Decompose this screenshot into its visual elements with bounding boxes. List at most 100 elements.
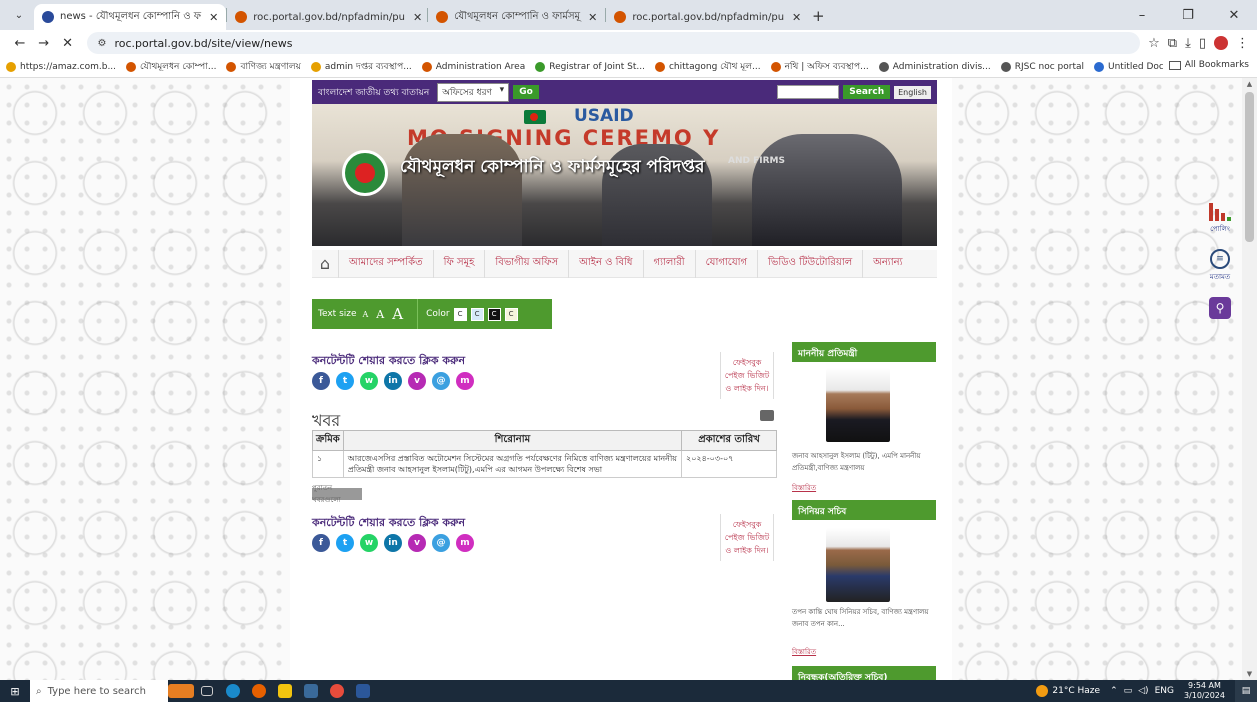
nav-item[interactable]: ফি সমূহ — [432, 249, 485, 278]
back-icon[interactable]: ← — [8, 36, 32, 51]
tab-search-icon[interactable]: ⌄ — [8, 4, 30, 26]
nav-item[interactable]: আমাদের সম্পর্কিত — [338, 249, 433, 278]
language-button[interactable]: English — [894, 85, 931, 99]
word-icon[interactable] — [350, 680, 376, 702]
go-button[interactable]: Go — [513, 85, 539, 99]
bookmark-item[interactable]: যৌথমূলধন কোম্পা... — [126, 59, 216, 74]
weather-widget[interactable]: 21°C Haze — [1036, 685, 1100, 697]
print-icon[interactable] — [760, 410, 774, 421]
text-size-small-button[interactable]: A — [363, 310, 369, 319]
link-icon[interactable]: @ — [432, 372, 450, 390]
bookmark-item[interactable]: RJSC noc portal — [1000, 59, 1084, 74]
bookmark-item[interactable]: বাণিজ্য মন্ত্রণালয় — [226, 59, 301, 74]
network-icon[interactable]: ▭ — [1124, 686, 1133, 696]
firefox-icon[interactable] — [246, 680, 272, 702]
feedback-widget[interactable]: ≡ মতামত — [1200, 249, 1240, 283]
facebook-icon[interactable]: f — [312, 372, 330, 390]
news-title-link[interactable]: আরজেএসসির প্রস্তাবিত অটোমেশন সিস্টেমের অ… — [342, 450, 683, 478]
new-tab-button[interactable]: + — [806, 4, 830, 28]
linkedin-icon[interactable]: in — [384, 534, 402, 552]
office-type-select[interactable]: অফিসের ধরণ ▾ — [437, 82, 510, 102]
bookmark-item[interactable]: নথি | অফিস ব্যবস্থাপ... — [770, 59, 869, 74]
search-input[interactable] — [777, 85, 840, 99]
site-info-icon[interactable]: ⚙ — [97, 38, 106, 49]
bookmark-item[interactable]: Administration Area — [421, 59, 525, 74]
home-icon[interactable]: ⌂ — [312, 250, 338, 278]
nav-item[interactable]: অন্যান্য — [862, 249, 912, 278]
file-explorer-icon[interactable] — [272, 680, 298, 702]
color-theme-button[interactable]: C — [504, 307, 518, 321]
scroll-down-icon[interactable]: ▼ — [1242, 668, 1257, 680]
edge-icon[interactable] — [220, 680, 246, 702]
bookmark-item[interactable]: Administration divis... — [878, 59, 991, 74]
facebook-like-link[interactable]: ফেইসবুক পেইজ ভিজিট ও লাইক দিন। — [720, 352, 774, 399]
extensions-icon[interactable]: ⧉ — [1168, 36, 1177, 51]
news-app-icon[interactable] — [168, 680, 194, 702]
color-theme-button[interactable]: C — [470, 307, 484, 321]
color-theme-button[interactable]: C — [487, 307, 501, 321]
notification-icon[interactable]: ▤ — [1235, 680, 1257, 702]
color-theme-button[interactable]: C — [453, 307, 467, 321]
facebook-icon[interactable]: f — [312, 534, 330, 552]
bookmark-star-icon[interactable]: ☆ — [1148, 36, 1160, 51]
browser-tab[interactable]: news - যৌথমূলধন কোম্পানি ও ফ ✕ — [34, 4, 227, 30]
close-tab-icon[interactable]: ✕ — [209, 11, 218, 24]
secretary-details-link[interactable]: বিস্তারিত — [792, 646, 816, 658]
viber-icon[interactable]: v — [408, 372, 426, 390]
browser-tab[interactable]: যৌথমূলধন কোম্পানি ও ফার্মসমূ ✕ — [428, 4, 605, 30]
task-view-icon[interactable] — [194, 680, 220, 702]
nav-item[interactable]: আইন ও বিধি — [568, 249, 642, 278]
bookmark-item[interactable]: admin দপ্তর ব্যবস্থাপ... — [310, 59, 412, 74]
profile-avatar[interactable] — [1213, 36, 1228, 50]
nav-item[interactable]: গ্যালারী — [642, 249, 695, 278]
messenger-icon[interactable]: m — [456, 372, 474, 390]
archive-button[interactable]: পুরাতন খবরগুলো — [312, 484, 362, 504]
stop-icon[interactable]: ✕ — [56, 36, 80, 51]
government-seal-logo[interactable] — [342, 150, 388, 196]
app-icon[interactable] — [298, 680, 324, 702]
nav-item[interactable]: যোগাযোগ — [694, 249, 757, 278]
minimize-icon[interactable]: – — [1119, 0, 1165, 30]
close-tab-icon[interactable]: ✕ — [413, 11, 422, 24]
side-panel-icon[interactable]: ▯ — [1199, 36, 1206, 51]
browser-tab[interactable]: roc.portal.gov.bd/npfadmin/pu ✕ — [606, 4, 806, 30]
text-size-medium-button[interactable]: A — [376, 308, 384, 321]
forward-icon[interactable]: → — [32, 36, 56, 51]
bookmark-item[interactable]: chittagong যৌথ মূল... — [654, 59, 761, 74]
download-icon[interactable]: ⤓ — [1185, 36, 1191, 51]
minister-details-link[interactable]: বিস্তারিত — [792, 482, 816, 494]
portal-label[interactable]: বাংলাদেশ জাতীয় তথ্য বাতায়ন — [318, 85, 429, 100]
address-bar[interactable]: ⚙ roc.portal.gov.bd/site/view/news — [87, 32, 1141, 54]
bookmark-item[interactable]: Registrar of Joint St... — [535, 59, 645, 74]
scroll-thumb[interactable] — [1245, 92, 1254, 242]
search-button[interactable]: Search — [843, 85, 891, 99]
browser-tab[interactable]: roc.portal.gov.bd/npfadmin/pu ✕ — [227, 4, 427, 30]
scroll-up-icon[interactable]: ▲ — [1242, 78, 1257, 90]
twitter-icon[interactable]: t — [336, 372, 354, 390]
accessibility-widget[interactable]: ⚲ — [1200, 297, 1240, 319]
bookmark-item[interactable]: https://amaz.com.b... — [6, 59, 116, 74]
poll-widget[interactable]: পোলিং — [1200, 203, 1240, 235]
chrome-icon[interactable] — [324, 680, 350, 702]
link-icon[interactable]: @ — [432, 534, 450, 552]
close-window-icon[interactable]: ✕ — [1211, 0, 1257, 30]
restore-icon[interactable]: ❐ — [1165, 0, 1211, 30]
nav-item[interactable]: ভিডিও টিউটোরিয়াল — [757, 249, 862, 278]
page-scrollbar[interactable]: ▲ ▼ — [1242, 78, 1257, 680]
whatsapp-icon[interactable]: w — [360, 534, 378, 552]
linkedin-icon[interactable]: in — [384, 372, 402, 390]
twitter-icon[interactable]: t — [336, 534, 354, 552]
tray-chevron-icon[interactable]: ⌃ — [1110, 686, 1118, 696]
text-size-large-button[interactable]: A — [392, 305, 403, 323]
windows-start-icon[interactable]: ⊞ — [0, 680, 30, 702]
clock[interactable]: 9:54 AM 3/10/2024 — [1184, 681, 1225, 701]
viber-icon[interactable]: v — [408, 534, 426, 552]
language-indicator[interactable]: ENG — [1155, 686, 1174, 696]
taskbar-search-input[interactable]: ⌕ Type here to search — [30, 680, 168, 702]
all-bookmarks-button[interactable]: All Bookmarks — [1162, 60, 1249, 70]
menu-icon[interactable]: ⋮ — [1236, 36, 1249, 51]
facebook-like-link[interactable]: ফেইসবুক পেইজ ভিজিট ও লাইক দিন। — [720, 514, 774, 561]
volume-icon[interactable]: ◁) — [1138, 686, 1148, 696]
messenger-icon[interactable]: m — [456, 534, 474, 552]
close-tab-icon[interactable]: ✕ — [792, 11, 801, 24]
